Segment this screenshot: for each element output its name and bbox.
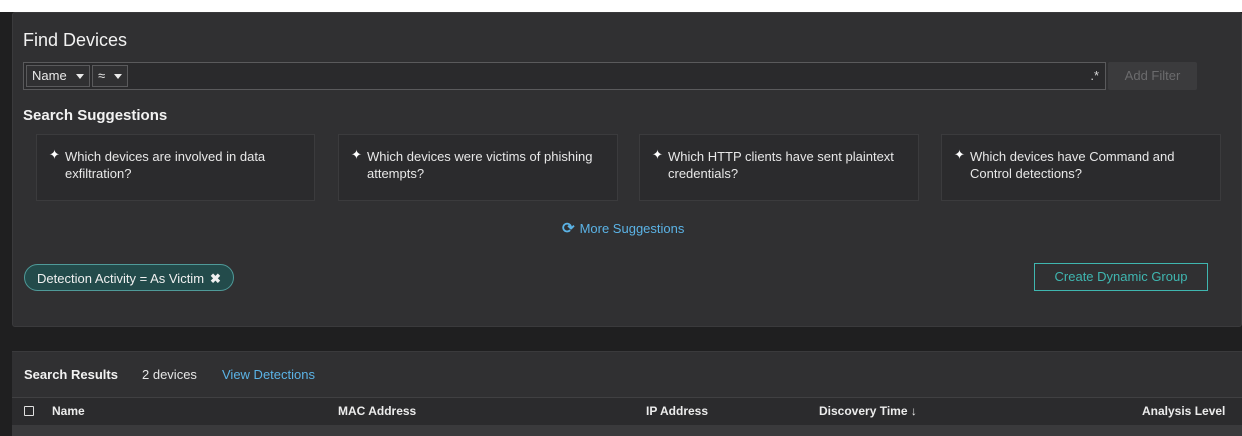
results-table-header: Name MAC Address IP Address Discovery Ti… xyxy=(12,397,1242,425)
sparkle-icon: ✦ xyxy=(954,147,965,162)
table-body xyxy=(12,425,1242,436)
top-strip xyxy=(0,0,1242,12)
operator-dropdown[interactable]: ≈ xyxy=(92,65,128,87)
view-detections-link[interactable]: View Detections xyxy=(222,367,315,382)
operator-dropdown-label: ≈ xyxy=(98,68,106,83)
select-all-checkbox[interactable] xyxy=(24,406,34,416)
suggestion-text: Which devices were victims of phishing a… xyxy=(367,149,593,181)
results-count: 2 devices xyxy=(142,367,197,382)
field-dropdown-label: Name xyxy=(32,68,67,83)
suggestion-card[interactable]: ✦ Which devices are involved in data exf… xyxy=(36,134,315,201)
caret-down-icon xyxy=(114,74,122,79)
filter-value-input[interactable] xyxy=(132,65,1081,89)
suggestion-text: Which devices are involved in data exfil… xyxy=(65,149,266,181)
search-results-section: Search Results 2 devices View Detections… xyxy=(12,351,1242,436)
column-header-analysis-level[interactable]: Analysis Level xyxy=(1142,404,1225,418)
filter-bar: Name ≈ .* xyxy=(23,62,1106,90)
suggestion-card[interactable]: ✦ Which HTTP clients have sent plaintext… xyxy=(639,134,919,201)
filter-chip-label: Detection Activity = As Victim xyxy=(37,271,205,286)
more-suggestions-link[interactable]: ⟳ More Suggestions xyxy=(562,219,684,237)
more-suggestions-label: More Suggestions xyxy=(579,221,685,236)
suggestion-text: Which devices have Command and Control d… xyxy=(970,149,1175,181)
active-filter-chip: Detection Activity = As Victim ✖ xyxy=(24,264,234,291)
regex-toggle-icon[interactable]: .* xyxy=(1090,68,1099,83)
column-header-mac[interactable]: MAC Address xyxy=(338,404,416,418)
sparkle-icon: ✦ xyxy=(652,147,663,162)
refresh-icon: ⟳ xyxy=(562,220,575,237)
column-header-discovery-time[interactable]: Discovery Time ↓ xyxy=(819,404,917,418)
suggestion-card[interactable]: ✦ Which devices were victims of phishing… xyxy=(338,134,618,201)
search-suggestions-heading: Search Suggestions xyxy=(23,107,168,124)
page-title: Find Devices xyxy=(23,30,128,50)
add-filter-button[interactable]: Add Filter xyxy=(1108,62,1197,90)
field-dropdown[interactable]: Name xyxy=(26,65,90,87)
suggestion-card[interactable]: ✦ Which devices have Command and Control… xyxy=(941,134,1221,201)
sparkle-icon: ✦ xyxy=(351,147,362,162)
sparkle-icon: ✦ xyxy=(49,147,60,162)
create-dynamic-group-button[interactable]: Create Dynamic Group xyxy=(1034,263,1208,291)
remove-filter-icon[interactable]: ✖ xyxy=(210,271,221,286)
column-header-ip[interactable]: IP Address xyxy=(646,404,708,418)
column-header-name[interactable]: Name xyxy=(52,404,85,418)
caret-down-icon xyxy=(76,74,84,79)
suggestion-text: Which HTTP clients have sent plaintext c… xyxy=(668,149,894,181)
results-title: Search Results xyxy=(24,367,118,382)
